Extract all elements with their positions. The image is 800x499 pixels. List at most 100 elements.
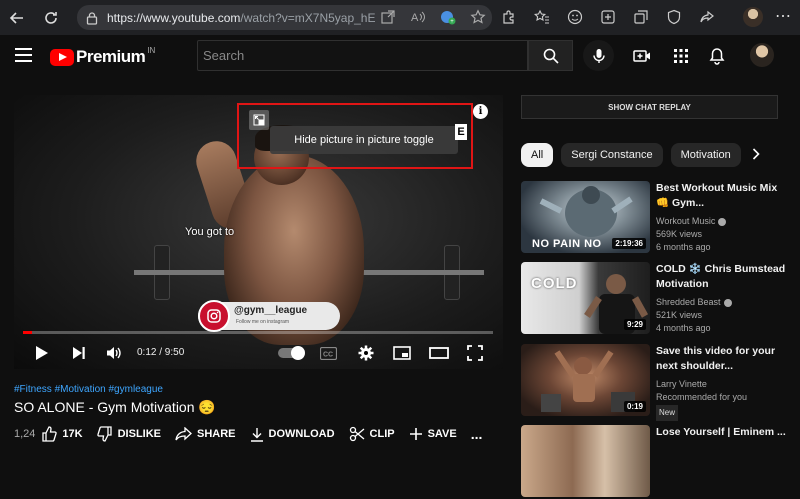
voice-search-button[interactable] (583, 40, 614, 71)
read-aloud-icon[interactable]: A (410, 9, 426, 25)
download-label: DOWNLOAD (268, 428, 335, 440)
share-button[interactable]: SHARE (175, 427, 236, 441)
svg-text:+: + (450, 19, 454, 25)
reload-icon[interactable] (38, 5, 64, 31)
video-thumbnail[interactable] (521, 425, 650, 497)
search-button[interactable] (528, 40, 573, 71)
pip-tooltip: Hide picture in picture toggle (270, 126, 458, 154)
dislike-button[interactable]: DISLIKE (96, 426, 161, 442)
address-bar[interactable]: https://www.youtube.com/watch?v=mX7N5yap… (77, 5, 492, 30)
video-player[interactable]: You got to @gym__league Follow me on ins… (14, 95, 503, 369)
like-button[interactable]: 17K (41, 426, 83, 442)
apps-grid-icon[interactable] (672, 47, 690, 65)
rating-badge: E (455, 124, 467, 140)
favorite-star-icon[interactable] (470, 9, 486, 25)
save-label: SAVE (427, 428, 457, 440)
instagram-icon (198, 300, 230, 332)
recommended-video[interactable]: NO PAIN NO 2:19:36 Best Workout Music Mi… (521, 181, 791, 255)
browser-menu-icon[interactable]: ⋯ (775, 6, 792, 26)
url-path: /watch?v=mX7N5yap_hE (240, 10, 376, 25)
view-count: 569K views (656, 229, 703, 239)
subtitles-button[interactable]: CC (319, 343, 337, 363)
filter-chips: All Sergi Constance Motivation (521, 143, 741, 167)
video-duration: 9:29 (623, 319, 646, 330)
recommended-video-title[interactable]: Lose Yourself | Eminem ... (656, 425, 786, 440)
video-subtitle: You got to (185, 226, 235, 238)
notifications-bell-icon[interactable] (708, 47, 726, 65)
download-button[interactable]: DOWNLOAD (250, 427, 335, 442)
chip-motivation[interactable]: Motivation (670, 143, 741, 167)
theater-mode-button[interactable] (429, 343, 449, 363)
chip-all[interactable]: All (521, 143, 554, 167)
info-button[interactable]: i (473, 104, 488, 119)
recommended-video[interactable]: 0:19 Save this video for your next shoul… (521, 344, 791, 421)
upload-age: 4 months ago (656, 323, 711, 333)
video-thumbnail[interactable]: NO PAIN NO 2:19:36 (521, 181, 650, 253)
new-badge: New (656, 405, 679, 421)
play-button[interactable] (32, 343, 52, 363)
recommended-video-title[interactable]: COLD ❄️ Chris Bumstead Motivation (656, 262, 786, 292)
extensions-puzzle-icon[interactable] (500, 8, 518, 26)
miniplayer-button[interactable] (393, 343, 411, 363)
thumbs-up-icon (42, 426, 58, 442)
next-button[interactable] (69, 343, 89, 363)
time-display: 0:12 / 9:50 (137, 347, 185, 358)
share-icon[interactable] (698, 8, 716, 26)
picture-in-picture-toggle-icon[interactable] (249, 110, 269, 130)
video-duration: 2:19:36 (612, 238, 646, 249)
extension-emoji-icon[interactable] (566, 8, 584, 26)
show-chat-replay-button[interactable]: SHOW CHAT REPLAY (521, 95, 778, 119)
channel-name: Workout Music (656, 215, 727, 229)
share-arrow-icon (175, 427, 192, 441)
search-icon (543, 48, 559, 64)
gear-icon (358, 345, 374, 361)
clip-button[interactable]: CLIP (349, 426, 395, 442)
volume-button[interactable] (104, 343, 124, 363)
recommended-video-title[interactable]: Best Workout Music Mix 👊 Gym... (656, 181, 786, 211)
thumbs-down-icon (96, 426, 112, 442)
instagram-subtext: Follow me on instagram (236, 319, 290, 325)
recommended-video[interactable]: Lose Yourself | Eminem ... (521, 425, 791, 499)
youtube-premium-logo[interactable]: Premium IN (50, 46, 155, 67)
browser-essentials-icon[interactable] (665, 8, 683, 26)
volume-icon (107, 347, 121, 359)
create-video-icon[interactable] (633, 47, 651, 65)
microphone-icon (592, 48, 605, 63)
save-button[interactable]: SAVE (409, 427, 457, 441)
extension-badge-icon[interactable]: + (440, 9, 456, 25)
more-actions-button[interactable]: ... (471, 426, 483, 442)
video-hashtags[interactable]: #Fitness #Motivation #gymleague (14, 384, 163, 395)
youtube-play-logo-icon (50, 48, 74, 66)
miniplayer-icon (393, 346, 411, 360)
autoplay-toggle[interactable] (278, 346, 305, 360)
search-input[interactable]: Search (197, 40, 528, 71)
play-icon (36, 346, 48, 360)
logo-text: Premium (76, 47, 146, 66)
instagram-handle: @gym__league (234, 305, 308, 316)
recommended-video-title[interactable]: Save this video for your next shoulder..… (656, 344, 786, 374)
settings-button[interactable] (357, 343, 375, 363)
view-count: 521K views (656, 310, 703, 320)
extension-grid-icon[interactable] (599, 8, 617, 26)
video-thumbnail[interactable]: COLD 9:29 (521, 262, 650, 334)
recommended-video[interactable]: COLD 9:29 COLD ❄️ Chris Bumstead Motivat… (521, 262, 791, 336)
browser-profile-avatar[interactable] (743, 7, 763, 27)
video-actions: 1,24 17K DISLIKE SHARE DOWNLOAD CLIP SAV… (14, 424, 496, 444)
favorites-list-icon[interactable] (533, 8, 551, 26)
player-controls: 0:12 / 9:50 CC (14, 337, 503, 369)
thumbnail-text: COLD (531, 275, 578, 292)
video-thumbnail[interactable]: 0:19 (521, 344, 650, 416)
collections-icon[interactable] (632, 8, 650, 26)
progress-bar[interactable] (23, 331, 493, 334)
fullscreen-button[interactable] (466, 343, 484, 363)
youtube-header: Premium IN Search (0, 35, 800, 77)
back-arrow-icon[interactable] (4, 5, 30, 31)
chevron-right-icon[interactable] (752, 147, 760, 163)
lock-icon (86, 11, 98, 25)
skip-next-icon (73, 347, 85, 359)
channel-name: Shredded Beast (656, 296, 732, 310)
chip-sergi-constance[interactable]: Sergi Constance (561, 143, 663, 167)
open-in-app-icon[interactable] (380, 9, 396, 25)
user-avatar[interactable] (750, 43, 774, 67)
hamburger-menu-icon[interactable] (15, 48, 32, 62)
